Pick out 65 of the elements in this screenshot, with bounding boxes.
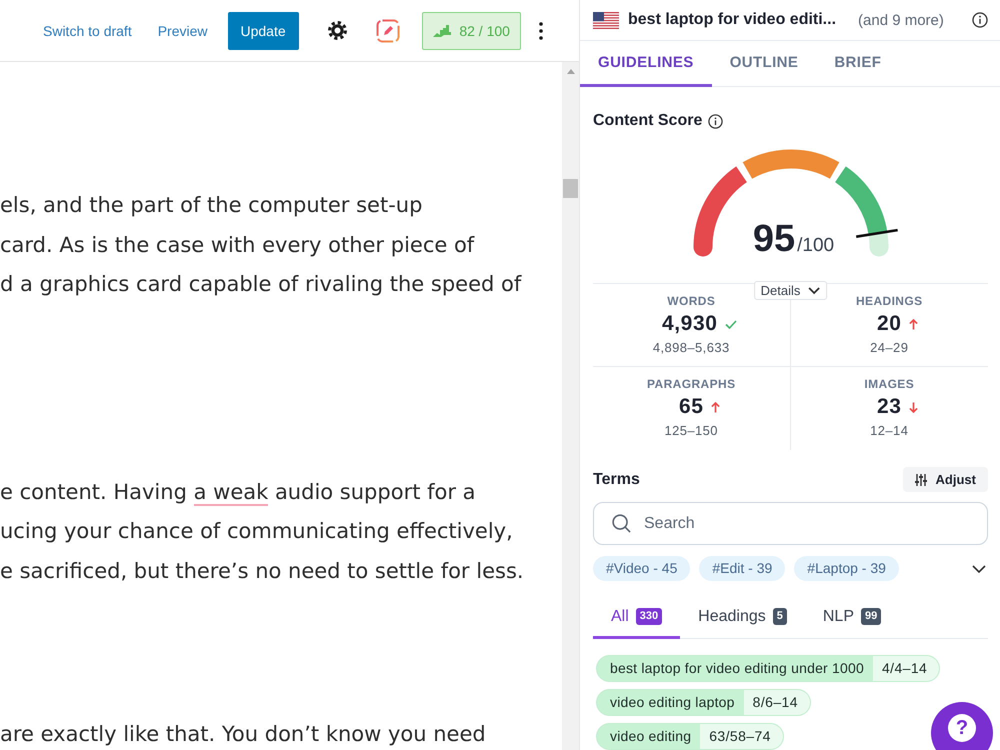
update-button[interactable]: Update — [228, 12, 299, 50]
section-title: Terms — [593, 470, 640, 488]
body-text-line: ucing your chance of communicating effectively, — [0, 518, 514, 545]
count-badge: 5 — [772, 608, 787, 625]
terms-tab[interactable]: All 330 — [593, 597, 680, 639]
details-button[interactable]: Details — [754, 281, 828, 300]
body-text-line: els, and the part of the computer set-up — [0, 192, 424, 219]
more-options-icon[interactable] — [538, 22, 543, 40]
search-icon — [612, 514, 631, 533]
pencil-square-icon[interactable] — [376, 18, 400, 42]
stat-range: 125–150 — [664, 423, 718, 439]
score-max: /100 — [797, 235, 834, 257]
topic-chip[interactable]: #Video - 45 — [593, 556, 690, 581]
adjust-button[interactable]: Adjust — [902, 467, 988, 492]
stat-label: WORDS — [667, 294, 716, 308]
stat-range: 12–14 — [870, 423, 908, 439]
stat-label: PARAGRAPHS — [647, 377, 736, 391]
term-count: 4/4–14 — [872, 655, 940, 682]
body-text-line: e sacrificed, but there’s no need to settle for less. — [0, 558, 525, 584]
chevron-down-icon[interactable] — [972, 564, 986, 572]
terms-tab[interactable]: NLP 99 — [804, 597, 900, 639]
toolbar-link[interactable]: Preview — [158, 22, 208, 38]
stat-value: 65 — [678, 395, 704, 419]
flag-icon — [593, 12, 619, 28]
panel-tab[interactable]: OUTLINE — [712, 41, 816, 87]
gauge-unfilled-arc — [868, 232, 888, 256]
topic-chip[interactable]: #Edit - 39 — [699, 556, 786, 581]
stat-label: IMAGES — [864, 377, 914, 391]
stat-value: 23 — [876, 395, 902, 419]
body-text-line: d a graphics card capable of rivaling the speed of — [0, 271, 523, 298]
stat-value: 20 — [876, 312, 902, 336]
term-chip[interactable]: video editing — [596, 723, 700, 750]
body-text-line: card. As is the case with every other piece of — [0, 232, 476, 258]
settings-icon[interactable] — [326, 20, 348, 41]
panel-tab[interactable]: BRIEF — [816, 41, 900, 87]
sliders-icon — [914, 474, 927, 486]
term-chip[interactable]: best laptop for video editing under 1000 — [596, 655, 873, 682]
toolbar-link[interactable]: Switch to draft — [43, 22, 132, 38]
body-text-line: are exactly like that. You don’t know you need — [0, 721, 487, 748]
help-button[interactable]: ? — [931, 702, 993, 750]
chevron-down-icon — [808, 286, 820, 294]
search-field[interactable]: Search — [593, 502, 988, 545]
stat-range: 24–29 — [870, 340, 908, 356]
info-icon — [972, 12, 988, 28]
more-keywords-text: (and 9 more) — [858, 12, 944, 28]
term-count: 8/6–14 — [744, 689, 811, 716]
section-title: Content Score — [593, 112, 702, 130]
panel-tab[interactable]: GUIDELINES — [580, 41, 712, 87]
topic-chip[interactable]: #Laptop - 39 — [794, 556, 899, 581]
stat-range: 4,898–5,633 — [652, 340, 730, 356]
flagged-phrase[interactable]: a weak — [194, 480, 268, 506]
count-badge: 99 — [861, 608, 882, 625]
term-count: 63/58–74 — [700, 723, 784, 750]
score-value: 95 — [752, 217, 796, 261]
terms-tab[interactable]: Headings 5 — [680, 597, 805, 639]
term-chip[interactable]: video editing laptop — [596, 689, 744, 716]
stat-value: 4,930 — [662, 312, 718, 336]
info-icon — [708, 114, 724, 128]
body-text-line: e content. Having a weak audio support for a — [0, 478, 477, 508]
stat-label: HEADINGS — [856, 294, 923, 308]
scrollbar-thumb[interactable] — [563, 179, 578, 198]
keyword-title: best laptop for video editi... — [628, 11, 836, 29]
gauge-high-segment — [834, 166, 887, 236]
chart-icon — [432, 24, 452, 38]
count-badge: 330 — [636, 608, 662, 625]
